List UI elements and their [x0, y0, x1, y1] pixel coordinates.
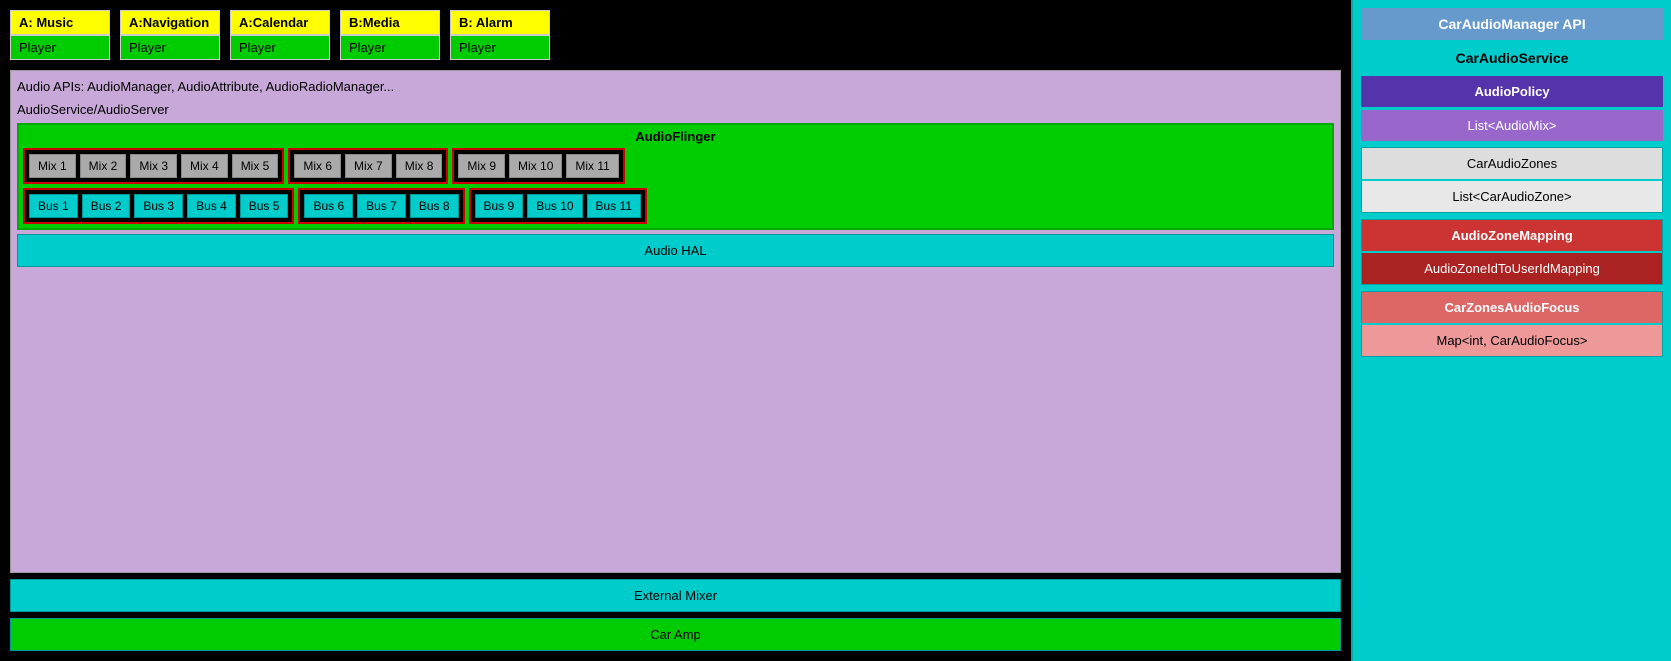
- player-navigation-bottom: Player: [120, 35, 220, 60]
- list-audio-mix-box: List<AudioMix>: [1361, 110, 1663, 141]
- player-navigation-label: A:Navigation: [120, 10, 220, 35]
- player-calendar-label: A:Calendar: [230, 10, 330, 35]
- mix-group-3: Mix 9 Mix 10 Mix 11: [452, 148, 624, 184]
- right-panel: CarAudioManager API CarAudioService Audi…: [1351, 0, 1671, 661]
- bus-group-2: Bus 6 Bus 7 Bus 8: [298, 188, 464, 224]
- bus-8: Bus 8: [410, 194, 459, 218]
- layers-container: Audio APIs: AudioManager, AudioAttribute…: [10, 70, 1341, 573]
- audio-service-label: AudioService/AudioServer: [17, 100, 1334, 119]
- audio-zone-mapping-group: AudioZoneMapping AudioZoneIdToUserIdMapp…: [1361, 219, 1663, 285]
- bus-groups-row: Bus 1 Bus 2 Bus 3 Bus 4 Bus 5 Bus 6 Bus …: [23, 188, 1328, 224]
- mix-group-1: Mix 1 Mix 2 Mix 3 Mix 4 Mix 5: [23, 148, 284, 184]
- bus-9: Bus 9: [475, 194, 524, 218]
- audio-flinger-title: AudioFlinger: [23, 129, 1328, 144]
- mix-8: Mix 8: [396, 154, 443, 178]
- car-audio-zones-box: CarAudioZones: [1362, 148, 1662, 179]
- bus-4: Bus 4: [187, 194, 236, 218]
- bus-11: Bus 11: [587, 194, 641, 218]
- player-media: B:Media Player: [340, 10, 440, 60]
- car-audio-service-section: AudioPolicy List<AudioMix>: [1361, 76, 1663, 141]
- bus-group-1: Bus 1 Bus 2 Bus 3 Bus 4 Bus 5: [23, 188, 294, 224]
- car-zones-audio-focus-group: CarZonesAudioFocus Map<int, CarAudioFocu…: [1361, 291, 1663, 357]
- mix-2: Mix 2: [80, 154, 127, 178]
- car-audio-manager-api: CarAudioManager API: [1361, 8, 1663, 40]
- audio-policy-box: AudioPolicy: [1361, 76, 1663, 107]
- audio-zone-mapping-box: AudioZoneMapping: [1362, 220, 1662, 251]
- bus-10: Bus 10: [527, 194, 582, 218]
- audio-zone-id-to-user-id-box: AudioZoneIdToUserIdMapping: [1362, 253, 1662, 284]
- player-alarm-bottom: Player: [450, 35, 550, 60]
- bus-2: Bus 2: [82, 194, 131, 218]
- mix-3: Mix 3: [130, 154, 177, 178]
- mix-1: Mix 1: [29, 154, 76, 178]
- mix-groups-row: Mix 1 Mix 2 Mix 3 Mix 4 Mix 5 Mix 6 Mix …: [23, 148, 1328, 184]
- car-audio-zones-group: CarAudioZones List<CarAudioZone>: [1361, 147, 1663, 213]
- car-zones-audio-focus-box: CarZonesAudioFocus: [1362, 292, 1662, 323]
- mix-4: Mix 4: [181, 154, 228, 178]
- mix-10: Mix 10: [509, 154, 562, 178]
- player-alarm: B: Alarm Player: [450, 10, 550, 60]
- bus-6: Bus 6: [304, 194, 353, 218]
- bus-1: Bus 1: [29, 194, 78, 218]
- mix-11: Mix 11: [566, 154, 618, 178]
- players-row: A: Music Player A:Navigation Player A:Ca…: [10, 10, 1341, 60]
- bus-3: Bus 3: [134, 194, 183, 218]
- bus-5: Bus 5: [240, 194, 289, 218]
- audio-apis-label: Audio APIs: AudioManager, AudioAttribute…: [17, 77, 1334, 96]
- player-alarm-label: B: Alarm: [450, 10, 550, 35]
- mix-bus-container: Mix 1 Mix 2 Mix 3 Mix 4 Mix 5 Mix 6 Mix …: [23, 148, 1328, 224]
- car-audio-service-title: CarAudioService: [1361, 46, 1663, 70]
- car-amp: Car Amp: [10, 618, 1341, 651]
- main-area: A: Music Player A:Navigation Player A:Ca…: [0, 0, 1351, 661]
- map-car-audio-focus-box: Map<int, CarAudioFocus>: [1362, 325, 1662, 356]
- mix-6: Mix 6: [294, 154, 341, 178]
- player-music: A: Music Player: [10, 10, 110, 60]
- player-calendar-bottom: Player: [230, 35, 330, 60]
- player-media-label: B:Media: [340, 10, 440, 35]
- list-car-audio-zone-box: List<CarAudioZone>: [1362, 181, 1662, 212]
- audio-flinger-section: AudioFlinger Mix 1 Mix 2 Mix 3 Mix 4 Mix…: [17, 123, 1334, 230]
- audio-hal: Audio HAL: [17, 234, 1334, 267]
- player-music-label: A: Music: [10, 10, 110, 35]
- player-music-bottom: Player: [10, 35, 110, 60]
- mix-9: Mix 9: [458, 154, 505, 178]
- player-navigation: A:Navigation Player: [120, 10, 220, 60]
- mix-group-2: Mix 6 Mix 7 Mix 8: [288, 148, 448, 184]
- bus-group-3: Bus 9 Bus 10 Bus 11: [469, 188, 648, 224]
- mix-5: Mix 5: [232, 154, 279, 178]
- mix-7: Mix 7: [345, 154, 392, 178]
- player-media-bottom: Player: [340, 35, 440, 60]
- player-calendar: A:Calendar Player: [230, 10, 330, 60]
- external-mixer: External Mixer: [10, 579, 1341, 612]
- bus-7: Bus 7: [357, 194, 406, 218]
